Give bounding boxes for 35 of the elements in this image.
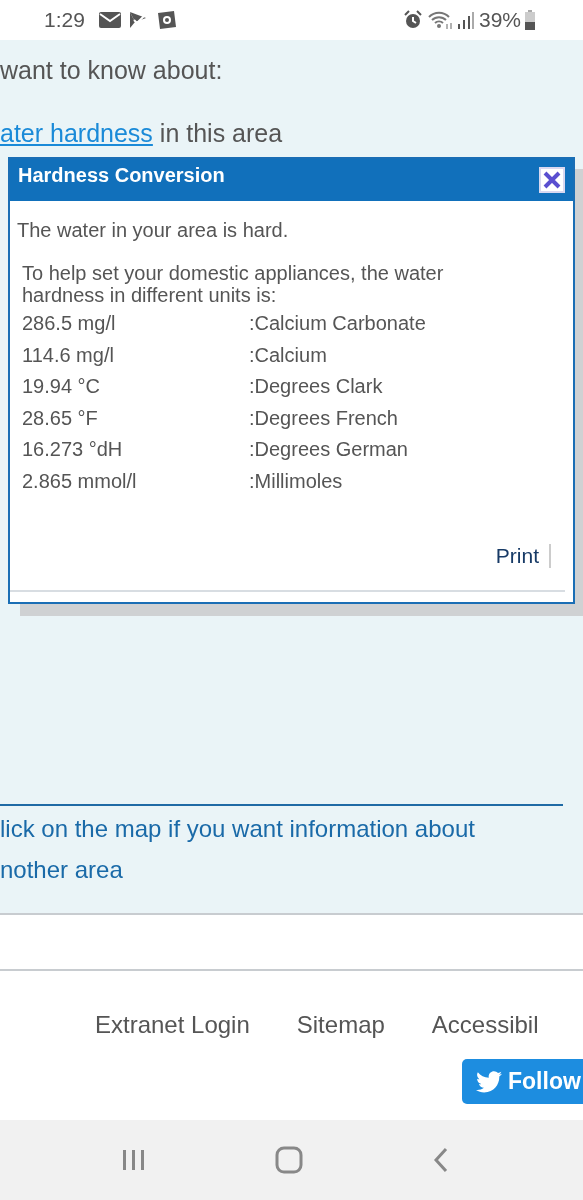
mail-icon [98,12,121,28]
close-button[interactable] [539,167,565,193]
wifi-icon [426,10,453,30]
signal-icon [456,11,475,29]
hardness-unit: :Degrees French [249,405,399,431]
print-link[interactable]: Print [495,544,551,568]
bird-icon [476,1070,502,1093]
recent-apps-icon[interactable] [120,1148,147,1172]
footer-link[interactable]: Sitemap [296,1011,385,1039]
hardness-unit: :Degrees Clark [249,374,384,399]
hardness-value: 16.273 °dH [22,437,124,462]
body-text: want to know about: [0,56,224,85]
hardness-value: 114.6 mg/l [22,342,115,368]
hardness-unit: :Degrees German [249,437,409,462]
flag-check-icon [128,11,147,29]
hardness-unit: :Millimoles [249,468,344,494]
hardness-value: 19.94 °C [22,374,102,399]
intro-text: To help set your domestic appliances, the water hardness in different units is: [22,262,445,306]
dialog-title: Hardness Conversion [18,163,225,187]
body-text: in this area [158,119,283,147]
hardness-value: 2.865 mmol/l [22,468,138,494]
battery-percentage: 39% [478,8,521,32]
footer-link[interactable]: Accessibil [431,1011,539,1039]
map-hint-text: lick on the map if you want information about nother area [0,814,476,885]
battery-icon [525,10,535,30]
hardness-value: 28.65 °F [22,405,99,431]
home-icon[interactable] [274,1146,303,1174]
alarm-icon [402,10,423,30]
hardness-value: 286.5 mg/l [22,311,117,336]
footer-link[interactable]: Extranet Login [95,1011,250,1039]
hardness-unit: :Calcium Carbonate [249,311,426,336]
clock-time: 1:29 [44,8,85,32]
follow-button[interactable]: Follow [462,1059,583,1104]
message-text: The water in your area is hard. [17,219,290,242]
hardness-unit: :Calcium [249,342,328,368]
